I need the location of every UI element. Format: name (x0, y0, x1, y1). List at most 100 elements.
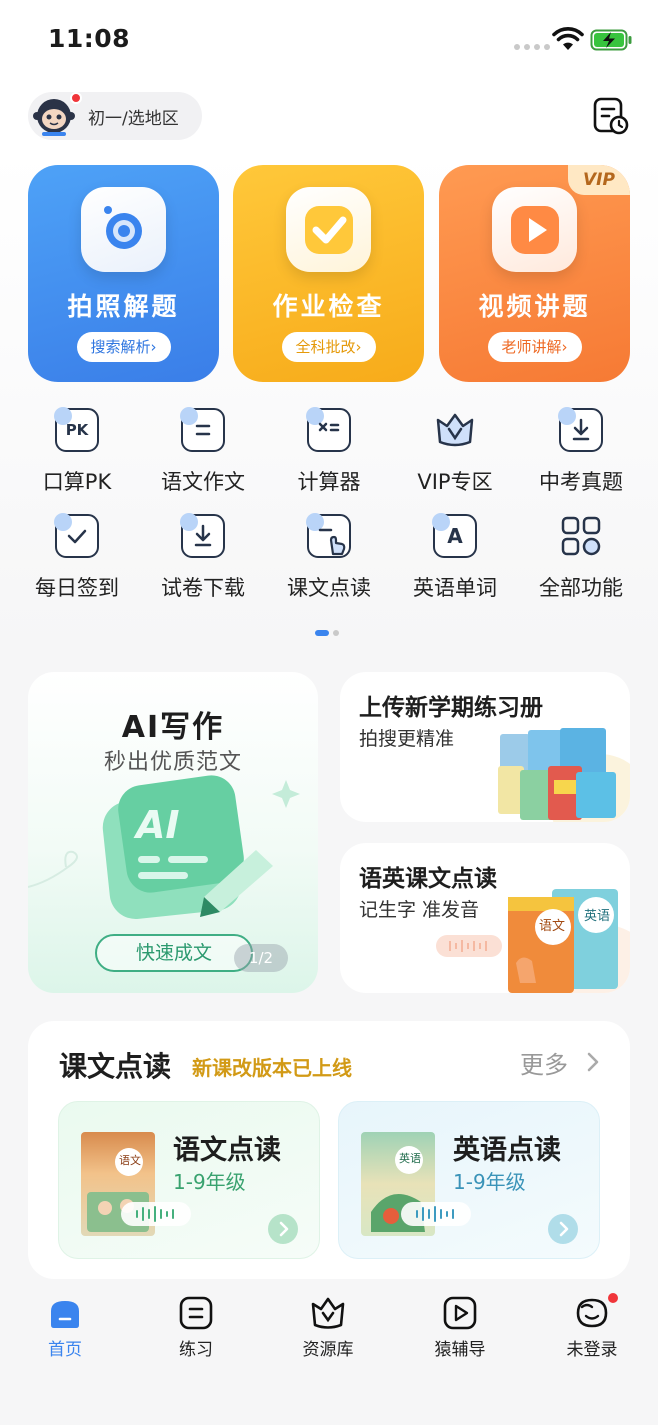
home-icon (47, 1295, 83, 1331)
history-doc-icon[interactable] (592, 96, 630, 136)
func-text-reading[interactable]: 课文点读 (266, 513, 392, 602)
audio-wave-icon (401, 1202, 471, 1226)
quick-compose-button[interactable]: 快速成文 (95, 934, 253, 972)
func-kousuan-pk[interactable]: PK 口算PK (14, 407, 140, 496)
paper-download-icon (180, 513, 225, 558)
pk-icon: PK (54, 407, 99, 452)
english-reading-card[interactable]: 英语 英语点读 1-9年级 (338, 1101, 600, 1259)
grade-region-selector[interactable]: 初一/选地区 (28, 92, 202, 140)
chinese-book-label: 语文 (539, 919, 566, 934)
reading-card-title: 语文点读 (173, 1135, 281, 1166)
video-lesson-card[interactable]: VIP 视频讲题 老师讲解› (439, 165, 630, 382)
func-calculator[interactable]: 计算器 (266, 407, 392, 496)
play-icon (492, 187, 577, 272)
func-daily-checkin[interactable]: 每日签到 (14, 513, 140, 602)
card-title: 作业检查 (272, 292, 385, 321)
tab-practice[interactable]: 练习 (146, 1295, 246, 1360)
audio-wave-icon (121, 1202, 191, 1226)
carousel-page-counter: 1/2 (234, 944, 288, 972)
func-english-words[interactable]: A 英语单词 (392, 513, 518, 602)
workbook-stack-icon (498, 728, 630, 822)
promo-subtitle: 拍搜更精准 (359, 728, 455, 750)
resources-crown-icon (310, 1295, 346, 1331)
tab-label: 猿辅导 (434, 1340, 486, 1360)
homework-check-card[interactable]: 作业检查 全科批改› (233, 165, 424, 382)
func-label: 每日签到 (35, 576, 119, 600)
func-label: 语文作文 (161, 470, 245, 494)
photo-solve-card[interactable]: 拍照解题 搜索解析› (28, 165, 219, 382)
tab-label: 资源库 (302, 1340, 354, 1360)
english-book-label: 英语 (584, 909, 611, 924)
go-arrow-icon[interactable] (268, 1214, 298, 1244)
checkmark-icon (286, 187, 371, 272)
tab-tutoring[interactable]: 猿辅导 (410, 1295, 510, 1360)
textbooks-illustration-icon (436, 889, 630, 993)
chinese-reading-card[interactable]: 语文 语文点读 1-9年级 (58, 1101, 320, 1259)
status-bar: 11:08 (0, 0, 658, 80)
tab-label: 练习 (179, 1340, 213, 1360)
tab-label: 首页 (48, 1340, 82, 1360)
bottom-tab-bar: 首页 练习 资源库 猿辅导 未登录 (0, 1285, 658, 1425)
ai-pencil-illustration-icon: AI (28, 775, 300, 920)
mascot-avatar-icon (32, 92, 82, 138)
ai-card-title: AI写作 (121, 710, 225, 745)
func-paper-download[interactable]: 试卷下载 (140, 513, 266, 602)
tab-profile[interactable]: 未登录 (542, 1291, 642, 1360)
func-label: 试卷下载 (161, 576, 245, 600)
calculator-icon (306, 407, 351, 452)
tab-resources[interactable]: 资源库 (278, 1295, 378, 1360)
func-all-features[interactable]: 全部功能 (518, 514, 644, 602)
touch-read-icon (306, 513, 351, 558)
book-label: 英语 (399, 1152, 421, 1165)
func-label: 英语单词 (413, 576, 497, 600)
func-vip-zone[interactable]: VIP专区 (392, 408, 518, 496)
func-chinese-essay[interactable]: 语文作文 (140, 407, 266, 496)
calendar-check-icon (54, 513, 99, 558)
letter-a-icon: A (432, 513, 477, 558)
card-subtitle-button[interactable]: 老师讲解› (487, 332, 582, 362)
wifi-icon (552, 27, 584, 50)
notification-dot (70, 92, 82, 104)
func-label: 中考真题 (539, 470, 623, 494)
func-label: 计算器 (297, 470, 361, 494)
download-icon (558, 407, 603, 452)
svg-text:AI: AI (133, 803, 180, 847)
pk-glyph: PK (65, 421, 89, 439)
essay-icon (180, 407, 225, 452)
card-subtitle-button[interactable]: 全科批改› (281, 332, 376, 362)
func-label: 全部功能 (539, 576, 623, 600)
notification-dot (606, 1291, 620, 1305)
ai-writing-card[interactable]: AI写作 秒出优质范文 AI 快速成文 1/2 (28, 672, 318, 993)
reading-card-title: 英语点读 (453, 1135, 561, 1166)
grid-icon (559, 514, 603, 558)
section-title: 课文点读 (59, 1050, 172, 1083)
func-exam-papers[interactable]: 中考真题 (518, 407, 644, 496)
go-arrow-icon[interactable] (548, 1214, 578, 1244)
reading-card-grades: 1-9年级 (173, 1170, 246, 1194)
workbook-upload-card[interactable]: 上传新学期练习册 拍搜更精准 (340, 672, 630, 822)
status-time: 11:08 (48, 24, 131, 53)
region-label: 初一/选地区 (88, 108, 179, 129)
tab-home[interactable]: 首页 (15, 1295, 115, 1360)
tab-label: 未登录 (566, 1340, 618, 1360)
text-reading-section: 课文点读 新课改版本已上线 更多 语文 语文点读 1-9年级 英语 英语点读 1… (28, 1021, 630, 1279)
letter-a-glyph: A (447, 524, 463, 548)
func-label: 课文点读 (287, 576, 371, 600)
reading-card-grades: 1-9年级 (453, 1170, 526, 1194)
book-label: 语文 (119, 1154, 141, 1167)
func-label: VIP专区 (417, 470, 493, 494)
camera-icon (81, 187, 166, 272)
more-link[interactable]: 更多 (520, 1045, 568, 1080)
vip-crown-icon (433, 408, 477, 452)
chevron-right-icon[interactable] (586, 1051, 600, 1073)
promo-title: 上传新学期练习册 (359, 695, 543, 721)
practice-icon (178, 1295, 214, 1331)
profile-face-icon (574, 1291, 620, 1331)
func-label: 口算PK (42, 470, 112, 494)
page-indicator (315, 630, 339, 636)
section-tag: 新课改版本已上线 (192, 1056, 352, 1080)
vip-badge: VIP (568, 165, 630, 195)
text-reading-promo-card[interactable]: 语英课文点读 记生字 准发音 语文 英语 (340, 843, 630, 993)
card-subtitle-button[interactable]: 搜索解析› (76, 332, 171, 362)
card-title: 拍照解题 (67, 292, 180, 321)
